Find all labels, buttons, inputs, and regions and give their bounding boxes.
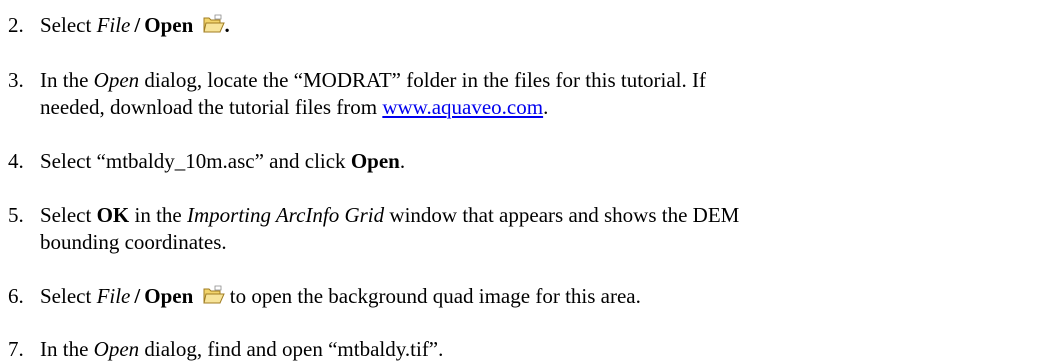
step-number: 7. <box>8 337 24 361</box>
menu-file: File <box>96 284 131 308</box>
step-text-line2: bounding coordinates. <box>40 230 227 254</box>
menu-file: File <box>96 13 131 37</box>
window-importing-arcinfo-grid: Importing ArcInfo Grid <box>186 203 385 227</box>
step-text: Select “mtbaldy_10m.asc” and click Open. <box>40 149 406 173</box>
step-number: 6. <box>8 284 24 308</box>
step-text: In the Open dialog, find and open “mtbal… <box>40 337 444 361</box>
dialog-open: Open <box>93 337 140 361</box>
step-number: 5. <box>8 203 24 227</box>
step-text: Select File / Open to open the background … <box>40 284 641 308</box>
dialog-open: Open <box>93 68 140 92</box>
command-open: Open <box>144 284 194 308</box>
step-number: 2. <box>8 13 24 37</box>
step-number: 4. <box>8 149 24 173</box>
step-text: Select File / Open . <box>40 13 230 37</box>
step-text: In the Open dialog, locate the “MODRAT” … <box>40 68 707 92</box>
command-open: Open <box>350 149 400 173</box>
folder-open-icon <box>202 14 225 33</box>
step-text: Select OK in the Importing ArcInfo Grid … <box>40 203 740 227</box>
command-open: Open <box>144 13 194 37</box>
folder-open-icon <box>202 285 225 304</box>
command-ok: OK <box>96 203 130 227</box>
aquaveo-link[interactable]: www.aquaveo.com <box>382 95 543 119</box>
step-text-line2: needed, download the tutorial files from… <box>40 95 549 119</box>
step-number: 3. <box>8 68 24 92</box>
